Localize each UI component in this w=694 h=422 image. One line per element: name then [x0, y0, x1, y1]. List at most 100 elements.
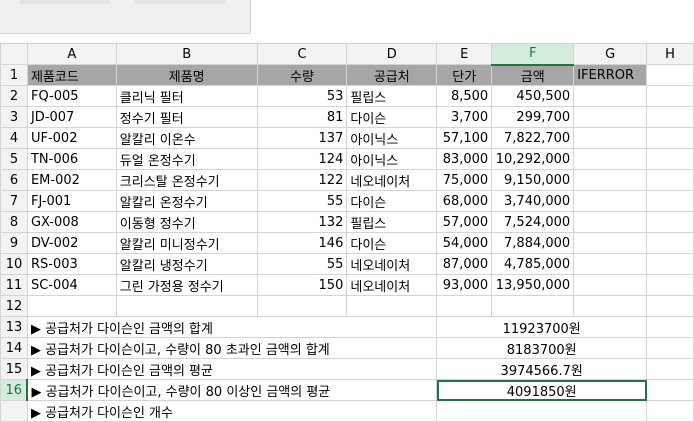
column-header[interactable]: B — [115, 43, 258, 65]
ribbon-tab[interactable] — [135, 0, 225, 4]
cell[interactable] — [256, 295, 348, 317]
cell[interactable] — [646, 379, 694, 401]
cell[interactable]: 아이닉스 — [346, 148, 438, 170]
cell[interactable]: 55 — [256, 253, 348, 275]
row-header[interactable]: 5 — [0, 148, 28, 170]
cell[interactable]: 81 — [256, 106, 348, 128]
cell[interactable] — [646, 148, 694, 170]
row-header[interactable]: 7 — [0, 190, 28, 212]
cell[interactable]: 57,100 — [436, 127, 493, 149]
cell[interactable]: 150 — [256, 274, 348, 296]
header-cell[interactable]: 공급처 — [346, 64, 438, 86]
header-cell[interactable]: 제품명 — [115, 64, 258, 86]
cell[interactable]: 알칼리 미니정수기 — [115, 232, 258, 254]
row-header[interactable]: 2 — [0, 85, 28, 107]
cell[interactable] — [573, 274, 648, 296]
cell[interactable] — [646, 169, 694, 191]
summary-label-cell[interactable]: ▶ 공급처가 다이슨이고, 수량이 80 초과인 금액의 합계 — [26, 337, 438, 359]
cell[interactable]: 124 — [256, 148, 348, 170]
column-header[interactable]: C — [256, 43, 348, 65]
header-cell[interactable]: IFERROR — [573, 64, 648, 86]
cell[interactable] — [646, 232, 694, 254]
row-header[interactable]: 12 — [0, 295, 28, 317]
row-header[interactable]: 8 — [0, 211, 28, 233]
cell[interactable] — [646, 64, 694, 86]
cell[interactable] — [646, 295, 694, 317]
column-header[interactable]: G — [573, 43, 648, 65]
cell[interactable] — [115, 295, 258, 317]
cell[interactable] — [573, 253, 648, 275]
row-header[interactable]: 1 — [0, 64, 28, 86]
cell[interactable] — [26, 295, 117, 317]
header-cell[interactable]: 단가 — [436, 64, 493, 86]
cell[interactable]: DV-002 — [26, 232, 117, 254]
summary-label-cell[interactable]: ▶ 공급처가 다이슨인 개수 — [26, 400, 438, 422]
summary-value-cell[interactable] — [436, 400, 648, 422]
cell[interactable] — [646, 190, 694, 212]
summary-label-cell[interactable]: ▶ 공급처가 다이슨이고, 수량이 80 이상인 금액의 평균 — [26, 379, 438, 401]
column-header[interactable]: A — [26, 43, 117, 65]
row-header[interactable] — [0, 400, 28, 422]
cell[interactable]: 클리닉 필터 — [115, 85, 258, 107]
cell[interactable]: 10,292,000 — [491, 148, 575, 170]
cell[interactable]: 13,950,000 — [491, 274, 575, 296]
cell[interactable]: 8,500 — [436, 85, 493, 107]
row-header[interactable]: 6 — [0, 169, 28, 191]
cell[interactable]: FQ-005 — [26, 85, 117, 107]
cell[interactable]: 3,700 — [436, 106, 493, 128]
cell[interactable]: 146 — [256, 232, 348, 254]
cell[interactable] — [646, 253, 694, 275]
cell[interactable]: 알칼리 이온수 — [115, 127, 258, 149]
cell[interactable]: 137 — [256, 127, 348, 149]
cell[interactable] — [646, 400, 694, 422]
cell[interactable] — [646, 106, 694, 128]
cell[interactable]: 299,700 — [491, 106, 575, 128]
cell[interactable]: 75,000 — [436, 169, 493, 191]
cell[interactable]: 83,000 — [436, 148, 493, 170]
cell[interactable] — [573, 232, 648, 254]
cell[interactable]: 다이슨 — [346, 190, 438, 212]
cell[interactable]: 다이슨 — [346, 106, 438, 128]
cell[interactable]: 4,785,000 — [491, 253, 575, 275]
row-header[interactable]: 15 — [0, 358, 28, 380]
cell[interactable] — [646, 211, 694, 233]
cell[interactable]: 7,822,700 — [491, 127, 575, 149]
select-all-corner[interactable] — [0, 43, 28, 65]
cell[interactable] — [573, 190, 648, 212]
cell[interactable]: 87,000 — [436, 253, 493, 275]
cell[interactable]: 이동형 정수기 — [115, 211, 258, 233]
row-header[interactable]: 11 — [0, 274, 28, 296]
cell[interactable]: 3,740,000 — [491, 190, 575, 212]
selected-summary-value-cell[interactable]: 4091850원 — [436, 379, 648, 401]
cell[interactable]: FJ-001 — [26, 190, 117, 212]
column-header[interactable]: E — [436, 43, 493, 65]
header-cell[interactable]: 금액 — [491, 64, 575, 86]
cell[interactable]: 93,000 — [436, 274, 493, 296]
row-header[interactable]: 9 — [0, 232, 28, 254]
row-header[interactable]: 14 — [0, 337, 28, 359]
cell[interactable]: 132 — [256, 211, 348, 233]
cell[interactable] — [573, 295, 648, 317]
cell[interactable] — [646, 274, 694, 296]
header-cell[interactable]: 수량 — [256, 64, 348, 86]
cell[interactable]: 55 — [256, 190, 348, 212]
cell[interactable]: 정수기 필터 — [115, 106, 258, 128]
cell[interactable]: 알칼리 온정수기 — [115, 190, 258, 212]
cell[interactable]: 크리스탈 온정수기 — [115, 169, 258, 191]
cell[interactable]: 450,500 — [491, 85, 575, 107]
cell[interactable]: 54,000 — [436, 232, 493, 254]
cell[interactable]: 필립스 — [346, 211, 438, 233]
cell[interactable] — [646, 127, 694, 149]
cell[interactable]: EM-002 — [26, 169, 117, 191]
cell[interactable] — [646, 316, 694, 338]
cell[interactable]: RS-003 — [26, 253, 117, 275]
summary-label-cell[interactable]: ▶ 공급처가 다이슨인 금액의 합계 — [26, 316, 438, 338]
summary-value-cell[interactable]: 8183700원 — [436, 337, 648, 359]
cell[interactable] — [573, 127, 648, 149]
cell[interactable]: 7,884,000 — [491, 232, 575, 254]
cell[interactable] — [573, 211, 648, 233]
header-cell[interactable]: 제품코드 — [26, 64, 117, 86]
cell[interactable] — [491, 295, 575, 317]
summary-value-cell[interactable]: 3974566.7원 — [436, 358, 648, 380]
cell[interactable] — [646, 85, 694, 107]
